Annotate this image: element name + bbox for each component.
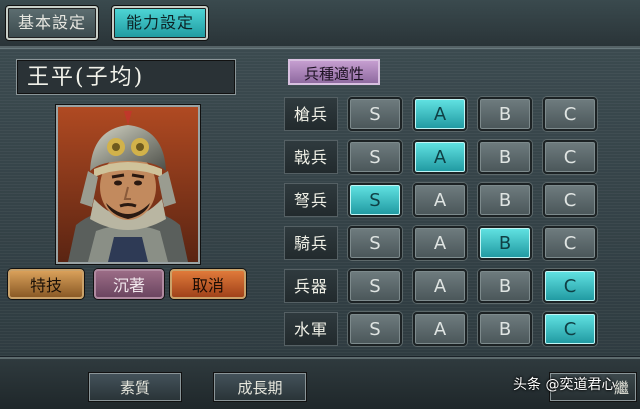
quality-button[interactable]: 素質 [89, 373, 181, 401]
aptitude-row-label: 兵器 [284, 269, 338, 303]
grade-s-button[interactable]: S [348, 269, 402, 303]
portrait-image [58, 107, 198, 262]
grade-a-button[interactable]: A [413, 312, 467, 346]
officer-name: 王平(子均) [16, 59, 236, 95]
grade-a-button[interactable]: A [413, 226, 467, 260]
grade-b-button[interactable]: B [478, 226, 532, 260]
tab-ability-settings[interactable]: 能力設定 [112, 6, 208, 40]
skill-button[interactable]: 特技 [8, 269, 84, 299]
watermark: 头条 @奕道君心 [513, 377, 616, 393]
aptitude-row-label: 槍兵 [284, 97, 338, 131]
troop-aptitude-label: 兵種適性 [288, 59, 380, 85]
grade-c-button[interactable]: C [543, 183, 597, 217]
grade-a-button[interactable]: A [413, 97, 467, 131]
grade-s-button[interactable]: S [348, 312, 402, 346]
grade-b-button[interactable]: B [478, 140, 532, 174]
grade-c-button[interactable]: C [543, 140, 597, 174]
aptitude-row-label: 騎兵 [284, 226, 338, 260]
growth-period-button[interactable]: 成長期 [214, 373, 306, 401]
aptitude-row-label: 戟兵 [284, 140, 338, 174]
aptitude-row-label: 水軍 [284, 312, 338, 346]
cancel-button[interactable]: 取消 [170, 269, 246, 299]
grade-b-button[interactable]: B [478, 312, 532, 346]
skill-value: 沉著 [94, 269, 164, 299]
grade-a-button[interactable]: A [413, 183, 467, 217]
grade-c-button[interactable]: C [543, 312, 597, 346]
grade-a-button[interactable]: A [413, 140, 467, 174]
grade-s-button[interactable]: S [348, 140, 402, 174]
grade-s-button[interactable]: S [348, 97, 402, 131]
grade-a-button[interactable]: A [413, 269, 467, 303]
grade-s-button[interactable]: S [348, 183, 402, 217]
tab-basic-settings[interactable]: 基本設定 [6, 6, 98, 40]
grade-c-button[interactable]: C [543, 226, 597, 260]
grade-c-button[interactable]: C [543, 269, 597, 303]
grade-s-button[interactable]: S [348, 226, 402, 260]
grade-b-button[interactable]: B [478, 97, 532, 131]
grade-b-button[interactable]: B [478, 269, 532, 303]
officer-portrait [56, 105, 200, 264]
grade-c-button[interactable]: C [543, 97, 597, 131]
aptitude-row-label: 弩兵 [284, 183, 338, 217]
grade-b-button[interactable]: B [478, 183, 532, 217]
